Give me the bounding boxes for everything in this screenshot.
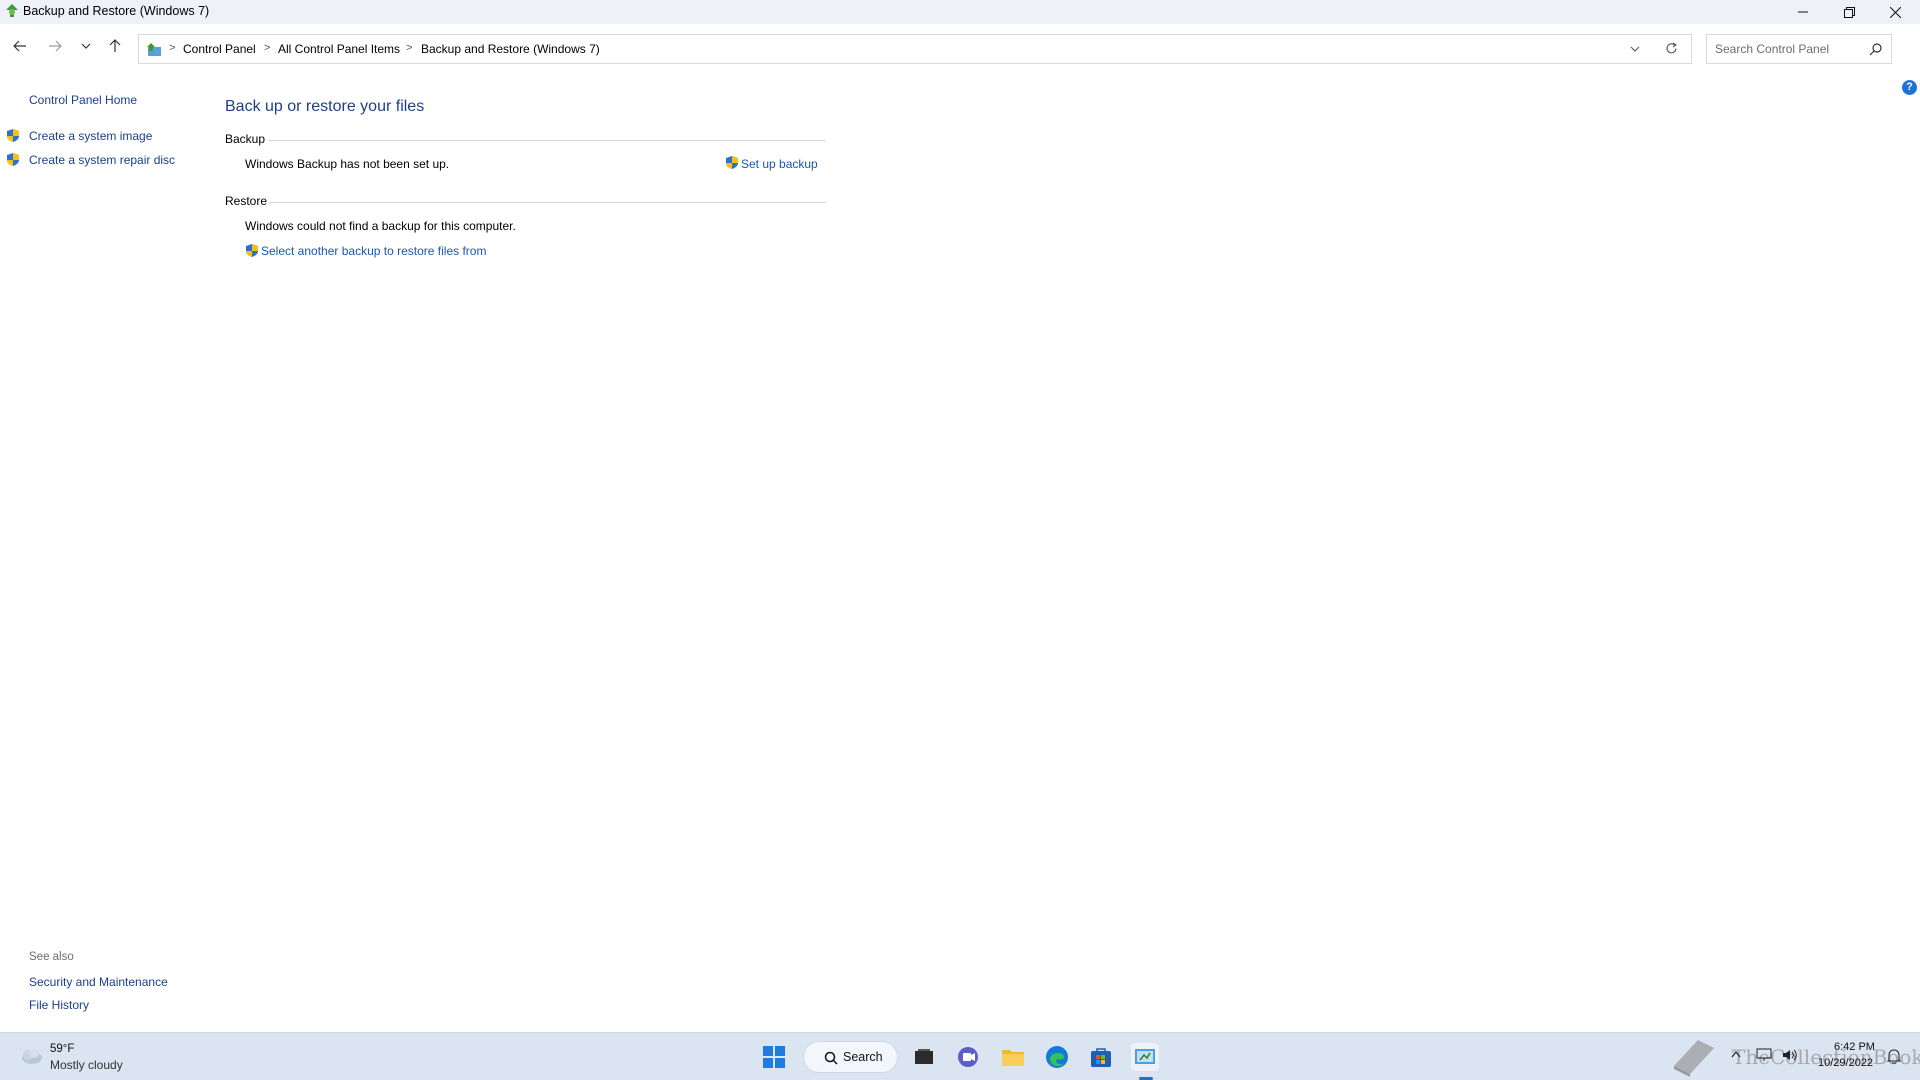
control-panel-taskbar-button[interactable] (1131, 1043, 1159, 1071)
file-history-link[interactable]: File History (29, 998, 89, 1012)
weather-description[interactable]: Mostly cloudy (50, 1058, 123, 1072)
restore-button[interactable] (1826, 0, 1872, 24)
backup-divider (268, 140, 826, 141)
recent-locations-button[interactable] (75, 35, 97, 57)
weather-temperature[interactable]: 59°F (50, 1043, 74, 1055)
backup-section-heading: Backup (225, 132, 266, 146)
restore-icon (1843, 6, 1855, 18)
breadcrumb-separator-icon: > (169, 42, 176, 54)
chat-button[interactable] (954, 1043, 982, 1071)
close-button[interactable] (1872, 0, 1918, 24)
select-another-backup-link[interactable]: Select another backup to restore files f… (261, 244, 486, 258)
search-icon (824, 1051, 838, 1065)
breadcrumb-control-panel[interactable]: Control Panel (183, 42, 256, 56)
network-icon[interactable] (1756, 1048, 1772, 1062)
security-and-maintenance-link[interactable]: Security and Maintenance (29, 975, 168, 989)
file-explorer-button[interactable] (999, 1043, 1027, 1071)
shield-icon (246, 244, 258, 257)
navigation-bar: > Control Panel > All Control Panel Item… (0, 24, 1920, 68)
restore-section-heading: Restore (225, 194, 268, 208)
back-arrow-icon (13, 40, 26, 52)
clock-time[interactable]: 6:42 PM (1834, 1041, 1875, 1053)
task-view-icon (915, 1049, 933, 1064)
notification-icon[interactable] (1886, 1048, 1902, 1064)
windows-logo-icon (763, 1046, 785, 1068)
breadcrumb-separator-icon: > (264, 42, 271, 54)
address-bar[interactable]: > Control Panel > All Control Panel Item… (138, 34, 1692, 64)
chevron-up-icon[interactable] (1731, 1050, 1741, 1058)
breadcrumb-backup-and-restore[interactable]: Backup and Restore (Windows 7) (421, 42, 600, 56)
task-view-button[interactable] (910, 1043, 938, 1071)
store-icon (1091, 1048, 1111, 1067)
microsoft-store-button[interactable] (1087, 1043, 1115, 1071)
edge-icon (1046, 1046, 1068, 1068)
backup-status-text: Windows Backup has not been set up. (245, 157, 450, 171)
taskbar-search-label: Search (843, 1050, 883, 1064)
cloud-weather-icon[interactable] (18, 1046, 44, 1066)
volume-icon[interactable] (1782, 1048, 1798, 1062)
taskbar: 59°F Mostly cloudy Search TheCollectionB… (0, 1032, 1920, 1080)
search-box[interactable]: Search Control Panel (1706, 34, 1892, 64)
up-arrow-icon (109, 39, 121, 52)
search-placeholder: Search Control Panel (1715, 42, 1830, 56)
minimize-button[interactable] (1780, 0, 1826, 24)
minimize-icon (1798, 11, 1808, 13)
restore-status-text: Windows could not find a backup for this… (245, 219, 516, 233)
folder-icon (1002, 1050, 1024, 1066)
taskbar-search-button[interactable]: Search (803, 1041, 898, 1073)
help-icon[interactable]: ? (1902, 80, 1917, 95)
control-panel-home-link[interactable]: Control Panel Home (29, 93, 137, 107)
close-icon (1889, 6, 1901, 18)
search-icon (1869, 43, 1882, 56)
chat-icon (958, 1047, 978, 1067)
chevron-down-icon[interactable] (1630, 45, 1640, 53)
up-button[interactable] (104, 35, 126, 57)
chevron-down-icon (81, 43, 91, 49)
forward-button[interactable] (44, 35, 66, 57)
watermark-book-icon (1674, 1040, 1714, 1077)
control-panel-icon (1135, 1049, 1155, 1064)
shield-icon (7, 153, 19, 166)
breadcrumb-separator-icon: > (406, 42, 413, 54)
start-button[interactable] (760, 1043, 788, 1071)
forward-arrow-icon (49, 40, 62, 52)
title-bar: Backup and Restore (Windows 7) (0, 0, 1920, 24)
restore-divider (269, 202, 826, 203)
refresh-icon[interactable] (1665, 42, 1678, 55)
page-title: Back up or restore your files (225, 98, 425, 115)
control-panel-icon (147, 43, 161, 56)
shield-icon (726, 156, 738, 169)
see-also-heading: See also (29, 951, 74, 963)
create-system-image-link[interactable]: Create a system image (29, 129, 152, 143)
window-title: Backup and Restore (Windows 7) (23, 4, 210, 18)
clock-date[interactable]: 10/29/2022 (1818, 1057, 1873, 1069)
back-button[interactable] (9, 35, 31, 57)
edge-browser-button[interactable] (1043, 1043, 1071, 1071)
create-system-repair-disc-link[interactable]: Create a system repair disc (29, 153, 175, 167)
shield-icon (7, 129, 19, 142)
backup-restore-app-icon (6, 4, 18, 17)
breadcrumb-all-control-panel-items[interactable]: All Control Panel Items (278, 42, 400, 56)
set-up-backup-link[interactable]: Set up backup (741, 157, 818, 171)
